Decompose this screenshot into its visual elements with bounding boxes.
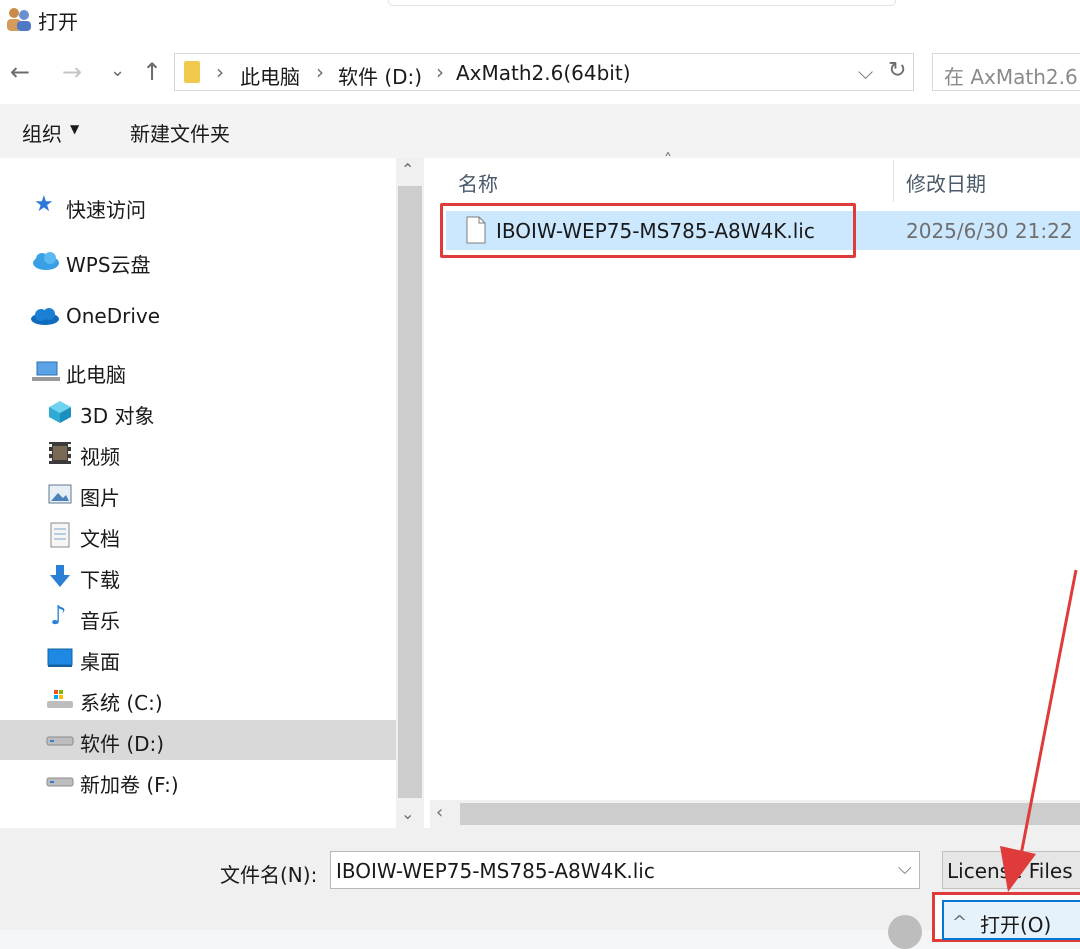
drive-icon	[46, 777, 74, 787]
sidebar-label: 桌面	[80, 650, 120, 674]
sidebar-label: 快速访问	[66, 198, 146, 222]
sidebar-item-pictures[interactable]: 图片	[0, 474, 396, 514]
sidebar-item-onedrive[interactable]: OneDrive	[0, 296, 396, 336]
sidebar-label: WPS云盘	[66, 253, 151, 277]
back-arrow-icon[interactable]: ←	[10, 58, 30, 86]
up-arrow-icon[interactable]: ↑	[142, 58, 162, 86]
app-users-icon	[7, 8, 31, 31]
breadcrumb-item-drive[interactable]: 软件 (D:)	[338, 61, 422, 90]
music-note-icon: ♪	[50, 601, 67, 631]
floating-bar	[388, 0, 896, 6]
computer-icon	[32, 361, 60, 381]
sidebar-label: 文档	[80, 527, 120, 551]
help-icon[interactable]	[888, 915, 922, 949]
folder-icon	[184, 61, 200, 83]
filename-label: 文件名(N):	[220, 863, 318, 887]
recent-chevron-icon[interactable]: ⌄	[110, 60, 125, 81]
sidebar-label: 3D 对象	[80, 404, 155, 428]
search-placeholder: 在 AxMath2.6	[944, 65, 1078, 89]
sidebar-item-downloads[interactable]: 下载	[0, 556, 396, 596]
chevron-right-icon: ›	[316, 60, 324, 84]
organize-button[interactable]: 组织	[22, 118, 62, 147]
breadcrumb-item-pc[interactable]: 此电脑	[240, 61, 300, 90]
annotation-highlight-box	[440, 203, 856, 258]
sidebar-item-drive-f[interactable]: 新加卷 (F:)	[0, 761, 396, 801]
desktop-icon	[47, 648, 73, 667]
file-list	[424, 158, 1080, 828]
sidebar-label: 此电脑	[66, 363, 126, 387]
scroll-left-icon[interactable]: ‹	[436, 802, 443, 823]
sidebar-label: 系统 (C:)	[80, 691, 163, 715]
picture-icon	[48, 484, 72, 504]
sidebar-item-wps[interactable]: WPS云盘	[0, 241, 396, 281]
onedrive-cloud-icon	[31, 308, 59, 325]
sidebar-label: 视频	[80, 445, 120, 469]
sidebar-label: 软件 (D:)	[80, 732, 165, 756]
nav-scrollbar-thumb[interactable]	[398, 186, 422, 798]
sidebar-item-this-pc[interactable]: 此电脑	[0, 351, 396, 391]
film-icon	[49, 442, 71, 464]
chevron-right-icon: ›	[436, 60, 444, 84]
refresh-icon[interactable]: ↻	[888, 58, 906, 83]
chevron-right-icon: ›	[216, 60, 224, 84]
open-button-label: 打开(O)	[980, 913, 1052, 937]
star-icon: ★	[34, 192, 54, 217]
breadcrumb-item-folder[interactable]: AxMath2.6(64bit)	[456, 61, 631, 85]
sidebar-item-music[interactable]: ♪ 音乐	[0, 597, 396, 637]
sidebar-item-documents[interactable]: 文档	[0, 515, 396, 555]
download-arrow-icon	[50, 565, 70, 587]
scroll-down-icon[interactable]: ⌄	[401, 804, 414, 823]
cube-icon	[49, 401, 71, 423]
sidebar-item-desktop[interactable]: 桌面	[0, 638, 396, 678]
window-title: 打开	[38, 10, 78, 34]
column-header-name[interactable]: 名称	[458, 168, 498, 197]
sidebar-label: 下载	[80, 568, 120, 592]
file-modified: 2025/6/30 21:22	[906, 219, 1073, 243]
title-bar	[0, 0, 1080, 40]
forward-arrow-icon[interactable]: →	[62, 58, 82, 86]
new-folder-button[interactable]: 新建文件夹	[130, 118, 230, 147]
sidebar-item-3d-objects[interactable]: 3D 对象	[0, 392, 396, 432]
column-header-modified[interactable]: 修改日期	[906, 168, 986, 197]
drive-icon	[46, 736, 74, 746]
column-divider[interactable]	[893, 160, 894, 202]
cloud-icon	[33, 252, 59, 270]
filename-dropdown-icon[interactable]: ⌵	[898, 858, 912, 879]
annotation-arrow	[1000, 569, 1078, 892]
sidebar-item-videos[interactable]: 视频	[0, 433, 396, 473]
caret-down-icon: ▼	[70, 122, 80, 136]
filename-value: IBOIW-WEP75-MS785-A8W4K.lic	[336, 859, 655, 883]
system-drive-icon	[47, 690, 73, 708]
sidebar-label: OneDrive	[66, 304, 161, 328]
scroll-up-icon[interactable]: ⌃	[401, 160, 414, 179]
sidebar-label: 新加卷 (F:)	[80, 773, 179, 797]
sidebar-label: 音乐	[80, 609, 120, 633]
document-icon	[50, 522, 70, 548]
horizontal-scrollbar-thumb[interactable]	[460, 803, 1080, 825]
sidebar-item-drive-c[interactable]: 系统 (C:)	[0, 679, 396, 719]
address-dropdown-icon[interactable]: ⌵	[858, 60, 873, 84]
sidebar-label: 图片	[80, 486, 120, 510]
sort-caret-icon: ˄	[664, 150, 672, 169]
sidebar-item-quick-access[interactable]: ★ 快速访问	[0, 186, 396, 226]
sidebar-item-drive-d[interactable]: 软件 (D:)	[0, 720, 396, 760]
